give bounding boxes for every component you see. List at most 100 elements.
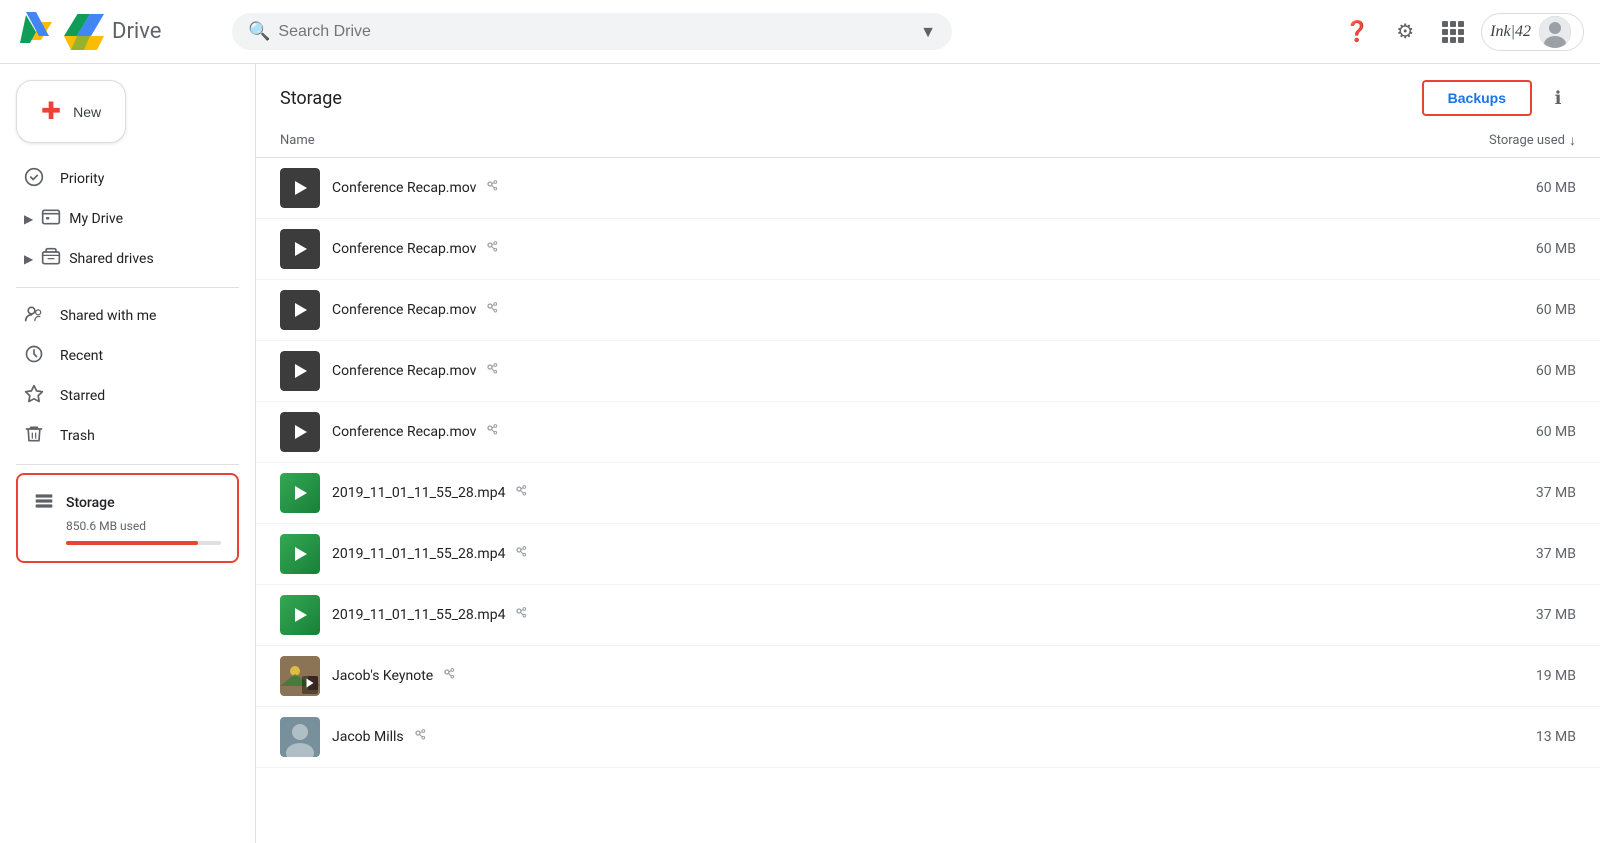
shared-icon bbox=[513, 605, 529, 625]
file-list: Conference Recap.mov 60 MB Conference Re… bbox=[256, 158, 1600, 768]
image-thumb-icon bbox=[280, 656, 320, 696]
video-dark-icon bbox=[280, 351, 320, 391]
sidebar-item-label: Starred bbox=[60, 388, 105, 404]
file-row[interactable]: 2019_11_01_11_55_28.mp4 37 MB bbox=[256, 524, 1600, 585]
drive-logo-graphic bbox=[64, 12, 104, 52]
video-dark-icon bbox=[280, 229, 320, 269]
person-thumb-icon bbox=[280, 717, 320, 757]
file-icon bbox=[280, 595, 320, 635]
file-name-area: 2019_11_01_11_55_28.mp4 bbox=[332, 605, 1416, 625]
topbar: Drive 🔍 ▼ ❓ ⚙ Ink|42 bbox=[0, 0, 1600, 64]
shared-icon bbox=[484, 178, 500, 198]
avatar bbox=[1539, 16, 1571, 48]
file-row[interactable]: 2019_11_01_11_55_28.mp4 37 MB bbox=[256, 463, 1600, 524]
sidebar-item-trash[interactable]: Trash bbox=[0, 416, 239, 456]
file-name: Jacob's Keynote bbox=[332, 668, 433, 684]
file-name: Conference Recap.mov bbox=[332, 302, 476, 318]
priority-icon bbox=[24, 167, 44, 191]
sidebar-item-label: Trash bbox=[60, 428, 95, 444]
file-icon bbox=[280, 473, 320, 513]
file-row[interactable]: Jacob's Keynote 19 MB bbox=[256, 646, 1600, 707]
file-icon bbox=[280, 412, 320, 452]
logo-area: Drive bbox=[16, 12, 216, 52]
gear-icon: ⚙ bbox=[1396, 19, 1414, 44]
video-color-icon bbox=[280, 473, 320, 513]
help-button[interactable]: ❓ bbox=[1337, 12, 1377, 52]
sidebar-item-label: My Drive bbox=[69, 211, 123, 227]
expand-arrow-icon: ▶ bbox=[24, 212, 33, 226]
file-list-header: Name Storage used ↓ bbox=[256, 124, 1600, 158]
info-button[interactable]: ℹ bbox=[1540, 80, 1576, 116]
shared-icon bbox=[513, 544, 529, 564]
header-actions: Backups ℹ bbox=[1422, 80, 1576, 116]
file-name: Conference Recap.mov bbox=[332, 363, 476, 379]
file-row[interactable]: Conference Recap.mov 60 MB bbox=[256, 402, 1600, 463]
sort-down-icon: ↓ bbox=[1569, 132, 1576, 149]
apps-button[interactable] bbox=[1433, 12, 1473, 52]
file-icon bbox=[280, 351, 320, 391]
sidebar-item-shared-drives[interactable]: ▶ Shared drives bbox=[0, 239, 239, 279]
col-storage-header[interactable]: Storage used ↓ bbox=[1416, 132, 1576, 149]
sidebar-item-priority[interactable]: Priority bbox=[0, 159, 239, 199]
file-name: 2019_11_01_11_55_28.mp4 bbox=[332, 546, 505, 562]
storage-used-col-label: Storage used bbox=[1489, 133, 1565, 148]
search-input[interactable] bbox=[278, 23, 912, 41]
storage-used-text: 850.6 MB used bbox=[34, 519, 221, 533]
video-color-icon bbox=[280, 595, 320, 635]
file-name-area: Jacob Mills bbox=[332, 727, 1416, 747]
file-row[interactable]: Jacob Mills 13 MB bbox=[256, 707, 1600, 768]
nav-divider bbox=[16, 287, 239, 288]
sidebar-item-starred[interactable]: Starred bbox=[0, 376, 239, 416]
file-name-area: Conference Recap.mov bbox=[332, 361, 1416, 381]
video-color-icon bbox=[280, 534, 320, 574]
search-dropdown-icon[interactable]: ▼ bbox=[920, 22, 936, 42]
file-name: 2019_11_01_11_55_28.mp4 bbox=[332, 485, 505, 501]
storage-label: Storage bbox=[66, 495, 115, 511]
starred-icon bbox=[24, 384, 44, 408]
file-row[interactable]: 2019_11_01_11_55_28.mp4 37 MB bbox=[256, 585, 1600, 646]
file-name-area: Conference Recap.mov bbox=[332, 239, 1416, 259]
user-badge[interactable]: Ink|42 bbox=[1481, 13, 1584, 51]
file-name-area: Conference Recap.mov bbox=[332, 178, 1416, 198]
sidebar-item-shared-with-me[interactable]: Shared with me bbox=[0, 296, 239, 336]
shared-icon bbox=[484, 422, 500, 442]
file-storage: 37 MB bbox=[1416, 607, 1576, 623]
sidebar-item-my-drive[interactable]: ▶ My Drive bbox=[0, 199, 239, 239]
search-bar[interactable]: 🔍 ▼ bbox=[232, 13, 952, 50]
file-row[interactable]: Conference Recap.mov 60 MB bbox=[256, 219, 1600, 280]
page-title: Storage bbox=[280, 88, 342, 109]
shared-icon bbox=[513, 483, 529, 503]
shared-with-me-icon bbox=[24, 304, 44, 328]
file-storage: 60 MB bbox=[1416, 363, 1576, 379]
name-col-label: Name bbox=[280, 133, 315, 148]
new-plus-icon: ✚ bbox=[41, 97, 61, 126]
my-drive-icon bbox=[41, 207, 61, 231]
backups-button[interactable]: Backups bbox=[1422, 80, 1532, 116]
sidebar-item-recent[interactable]: Recent bbox=[0, 336, 239, 376]
new-button[interactable]: ✚ New bbox=[16, 80, 126, 143]
file-row[interactable]: Conference Recap.mov 60 MB bbox=[256, 341, 1600, 402]
file-storage: 37 MB bbox=[1416, 485, 1576, 501]
file-icon bbox=[280, 229, 320, 269]
settings-button[interactable]: ⚙ bbox=[1385, 12, 1425, 52]
file-storage: 37 MB bbox=[1416, 546, 1576, 562]
file-storage: 60 MB bbox=[1416, 302, 1576, 318]
shared-icon bbox=[441, 666, 457, 686]
info-icon: ℹ bbox=[1555, 88, 1562, 109]
shared-icon bbox=[484, 300, 500, 320]
app-body: ✚ New Priority ▶ My Drive bbox=[0, 64, 1600, 843]
file-name-area: Conference Recap.mov bbox=[332, 422, 1416, 442]
file-icon bbox=[280, 534, 320, 574]
user-label: Ink|42 bbox=[1490, 23, 1531, 41]
sidebar-storage-section[interactable]: Storage 850.6 MB used bbox=[16, 473, 239, 563]
app-name: Drive bbox=[112, 19, 161, 44]
help-icon: ❓ bbox=[1345, 19, 1370, 44]
file-row[interactable]: Conference Recap.mov 60 MB bbox=[256, 280, 1600, 341]
file-icon bbox=[280, 290, 320, 330]
file-name: 2019_11_01_11_55_28.mp4 bbox=[332, 607, 505, 623]
shared-icon bbox=[412, 727, 428, 747]
new-button-label: New bbox=[73, 104, 101, 120]
file-storage: 13 MB bbox=[1416, 729, 1576, 745]
shared-icon bbox=[484, 239, 500, 259]
file-row[interactable]: Conference Recap.mov 60 MB bbox=[256, 158, 1600, 219]
